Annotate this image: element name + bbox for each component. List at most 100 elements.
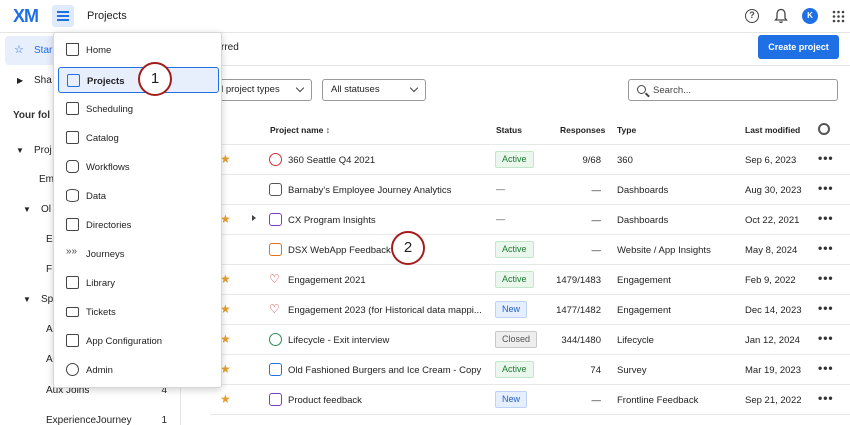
chevron-down-icon[interactable]: ▼ (23, 205, 31, 214)
menu-item-label: Library (86, 278, 116, 289)
engagement-icon: ♡ (269, 302, 280, 316)
table-row[interactable]: ★ 360 Seattle Q4 2021 Active 9/68 360 Se… (210, 144, 850, 174)
workflows-icon (66, 160, 79, 173)
top-bar: XM Projects ? K (0, 0, 850, 33)
website-insights-icon (269, 243, 282, 256)
hamburger-menu-button[interactable] (52, 5, 74, 27)
page-title: Projects (87, 10, 127, 22)
360-project-icon (269, 153, 282, 166)
responses-value: — (591, 185, 602, 196)
column-header-name[interactable]: Project name ↕ (270, 125, 330, 135)
project-name-link[interactable]: Engagement 2021 (288, 275, 366, 286)
more-options-icon[interactable]: ••• (818, 392, 834, 404)
main-content: rred Create project ll project types All… (181, 33, 850, 425)
app-configuration-icon (66, 334, 79, 347)
menu-item-label: Workflows (86, 162, 130, 173)
menu-item-scheduling[interactable]: Scheduling (58, 96, 219, 122)
dashboard-project-icon (269, 213, 282, 226)
folder-label: A (46, 354, 53, 365)
statuses-select[interactable]: All statuses (322, 79, 426, 101)
menu-item-label: Admin (86, 365, 113, 376)
xm-logo[interactable]: XM (13, 6, 39, 27)
project-name-link[interactable]: DSX WebApp Feedback (288, 245, 391, 256)
more-options-icon[interactable]: ••• (818, 362, 834, 374)
menu-item-app-configuration[interactable]: App Configuration (58, 328, 219, 354)
more-options-icon[interactable]: ••• (818, 302, 834, 314)
more-options-icon[interactable]: ••• (818, 152, 834, 164)
menu-item-library[interactable]: Library (58, 270, 219, 296)
more-options-icon[interactable]: ••• (818, 212, 834, 224)
project-name-link[interactable]: Barnaby's Employee Journey Analytics (288, 185, 451, 196)
type-value: Engagement (617, 275, 671, 286)
project-name-link[interactable]: CX Program Insights (288, 215, 376, 226)
more-options-icon[interactable]: ••• (818, 332, 834, 344)
folder-label: F (46, 264, 53, 275)
menu-item-journeys[interactable]: »» Journeys (58, 241, 219, 267)
responses-value: 1479/1483 (556, 275, 601, 286)
column-header-responses[interactable]: Responses (560, 125, 605, 135)
project-name-link[interactable]: Lifecycle - Exit interview (288, 335, 389, 346)
responses-value: — (591, 245, 602, 256)
type-value: Dashboards (617, 185, 669, 196)
menu-item-tickets[interactable]: Tickets (58, 299, 219, 325)
chevron-down-icon (409, 83, 419, 93)
table-row[interactable] (210, 414, 850, 425)
table-row[interactable]: ★ Lifecycle - Exit interview Closed 344/… (210, 324, 850, 354)
table-row[interactable]: ★ CX Program Insights — — Dashboards Oct… (210, 204, 850, 234)
type-value: Lifecycle (617, 335, 654, 346)
column-header-last-modified[interactable]: Last modified (745, 125, 800, 135)
select-value: ll project types (219, 84, 280, 95)
gear-icon[interactable] (818, 123, 830, 135)
more-options-icon[interactable]: ••• (818, 272, 834, 284)
column-header-status[interactable]: Status (496, 125, 522, 135)
menu-item-data[interactable]: Data (58, 183, 219, 209)
table-row[interactable]: ★ ♡ Engagement 2023 (for Historical data… (210, 294, 850, 324)
projects-icon (67, 74, 80, 87)
project-name-link[interactable]: 360 Seattle Q4 2021 (288, 155, 375, 166)
chevron-right-icon[interactable]: ▶ (17, 76, 23, 85)
status-badge: New (495, 391, 528, 408)
breadcrumb: rred (221, 42, 239, 53)
bell-icon[interactable] (774, 8, 788, 24)
menu-item-workflows[interactable]: Workflows (58, 154, 219, 180)
table-row[interactable]: ★ Product feedback New — Frontline Feedb… (210, 384, 850, 414)
star-icon[interactable]: ★ (220, 393, 231, 405)
project-name-link[interactable]: Engagement 2023 (for Historical data map… (288, 305, 482, 316)
table-row[interactable]: DSX WebApp Feedback Active — Website / A… (210, 234, 850, 264)
search-input[interactable]: Search... (628, 79, 838, 101)
responses-value: 1477/1482 (556, 305, 601, 316)
project-types-select[interactable]: ll project types (210, 79, 312, 101)
project-name-link[interactable]: Old Fashioned Burgers and Ice Cream - Co… (288, 365, 481, 376)
chevron-right-icon[interactable] (252, 215, 256, 221)
table-row[interactable]: Barnaby's Employee Journey Analytics — —… (210, 174, 850, 204)
type-value: Dashboards (617, 215, 669, 226)
responses-value: — (591, 215, 602, 226)
sort-icon[interactable]: ↕ (326, 125, 330, 135)
search-icon (637, 85, 646, 94)
ticket-icon (66, 307, 79, 317)
table-row[interactable]: ★ Old Fashioned Burgers and Ice Cream - … (210, 354, 850, 384)
menu-item-home[interactable]: Home (58, 37, 219, 63)
callout-badge: 1 (138, 62, 172, 96)
menu-item-admin[interactable]: Admin (58, 357, 219, 383)
chevron-down-icon[interactable]: ▼ (16, 146, 24, 155)
navigation-menu: Home Projects Scheduling Catalog Workflo… (53, 32, 222, 388)
project-name-link[interactable]: Product feedback (288, 395, 362, 406)
status-badge: Active (495, 151, 534, 168)
sidebar-item-label: Sha (34, 75, 52, 86)
more-options-icon[interactable]: ••• (818, 182, 834, 194)
more-options-icon[interactable]: ••• (818, 242, 834, 254)
chevron-down-icon[interactable]: ▼ (23, 295, 31, 304)
table-row[interactable]: ★ ♡ Engagement 2021 Active 1479/1483 Eng… (210, 264, 850, 294)
avatar[interactable]: K (802, 8, 818, 24)
column-header-type[interactable]: Type (617, 125, 636, 135)
sidebar-folder[interactable]: ExperienceJourney 1 (0, 406, 181, 425)
menu-item-directories[interactable]: Directories (58, 212, 219, 238)
modified-value: Dec 14, 2023 (745, 305, 802, 316)
status-badge: Active (495, 241, 534, 258)
create-project-button[interactable]: Create project (758, 35, 839, 59)
grid-icon[interactable] (832, 10, 845, 23)
menu-item-catalog[interactable]: Catalog (58, 125, 219, 151)
help-icon[interactable]: ? (745, 9, 759, 23)
folder-label: ExperienceJourney (46, 415, 132, 425)
